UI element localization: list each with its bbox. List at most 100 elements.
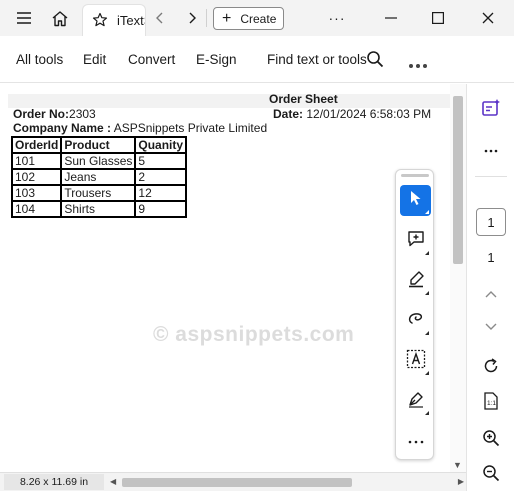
minimize-icon[interactable] <box>377 4 405 32</box>
table-cell: 12 <box>134 184 188 202</box>
scrollbar-thumb[interactable] <box>453 96 463 264</box>
table-row: 102 Jeans 2 <box>10 168 188 186</box>
tool-menu-indicator <box>425 251 429 255</box>
table-cell: 104 <box>10 200 63 218</box>
column-header: OrderId <box>10 136 63 154</box>
create-label: Create <box>240 11 277 26</box>
fit-page-icon[interactable]: 1:1 <box>477 387 505 415</box>
highlighter-icon <box>407 270 425 293</box>
order-date: Date: 12/01/2024 6:58:03 PM <box>273 107 431 121</box>
search-icon[interactable] <box>366 50 384 73</box>
tool-menu-indicator <box>425 371 429 375</box>
more-horizontal-icon[interactable]: ··· <box>323 4 351 32</box>
tab-title: iTextSharp <box>117 13 145 28</box>
zoom-in-icon[interactable] <box>477 424 505 452</box>
header-strip <box>8 94 450 108</box>
page-size-label: 8.26 x 11.69 in <box>4 474 104 490</box>
more-tools-button[interactable] <box>400 424 431 455</box>
more-options-icon[interactable] <box>408 56 428 74</box>
find-text-button[interactable]: Find text or tools <box>267 52 367 67</box>
table-header-row: OrderId Product Quanity <box>10 136 188 154</box>
table-row: 101 Sun Glasses 5 <box>10 152 188 170</box>
chevron-down-icon[interactable] <box>477 313 505 341</box>
close-icon[interactable] <box>474 4 502 32</box>
order-number: Order No:2303 <box>13 107 96 121</box>
vertical-scrollbar[interactable]: ▼ <box>450 84 466 472</box>
tool-menu-indicator <box>425 210 429 214</box>
order-no-label: Order No: <box>13 107 70 121</box>
sign-tool-button[interactable] <box>400 386 431 417</box>
column-header: Quanity <box>134 136 188 154</box>
watermark: © aspsnippets.com <box>153 323 355 346</box>
table-cell: 2 <box>134 168 188 186</box>
plus-icon: + <box>222 9 232 27</box>
all-tools-button[interactable]: All tools <box>16 52 63 67</box>
table-cell: Trousers <box>60 184 137 202</box>
company-value: ASPSnippets Private Limited <box>113 121 268 135</box>
maximize-icon[interactable] <box>424 4 452 32</box>
zoom-out-icon[interactable] <box>477 459 505 487</box>
table-cell: Shirts <box>60 200 137 218</box>
order-no-value: 2303 <box>69 107 96 121</box>
company-label: Company Name : <box>13 121 112 135</box>
table-cell: 5 <box>134 152 188 170</box>
select-tool-button[interactable] <box>400 185 431 216</box>
orders-table: OrderId Product Quanity 101 Sun Glasses … <box>10 136 188 218</box>
tool-menu-indicator <box>425 331 429 335</box>
chevron-up-icon[interactable] <box>477 280 505 308</box>
rotate-icon[interactable] <box>477 352 505 380</box>
star-icon[interactable] <box>92 12 108 33</box>
text-tool-button[interactable] <box>400 346 431 377</box>
toolbar: All tools Edit Convert E-Sign Find text … <box>0 36 514 83</box>
table-row: 104 Shirts 9 <box>10 200 188 218</box>
pen-nib-icon <box>407 390 425 413</box>
freehand-draw-icon <box>407 310 425 333</box>
column-header: Product <box>60 136 137 154</box>
divider <box>206 9 207 27</box>
table-cell: Sun Glasses <box>60 152 137 170</box>
tool-menu-indicator <box>425 291 429 295</box>
company-name: Company Name : ASPSnippets Private Limit… <box>13 121 267 135</box>
date-value: 12/01/2024 6:58:03 PM <box>306 107 432 121</box>
scroll-left-icon[interactable]: ◀ <box>110 477 116 486</box>
scrollbar-thumb[interactable] <box>122 478 352 487</box>
table-cell: 102 <box>10 168 63 186</box>
add-comment-icon <box>407 230 425 253</box>
more-label: ··· <box>328 10 346 26</box>
status-bar: 8.26 x 11.69 in ◀ ▶ <box>0 472 466 491</box>
table-cell: 101 <box>10 152 63 170</box>
scroll-down-icon[interactable]: ▼ <box>453 460 462 470</box>
cursor-icon <box>409 190 423 211</box>
chevron-right-icon[interactable] <box>178 4 206 32</box>
date-label: Date: <box>273 107 304 121</box>
draw-tool-button[interactable] <box>400 306 431 337</box>
chevron-left-icon[interactable] <box>146 4 174 32</box>
document-title: Order Sheet <box>269 92 338 106</box>
home-icon[interactable] <box>46 4 74 32</box>
highlight-tool-button[interactable] <box>400 266 431 297</box>
convert-button[interactable]: Convert <box>128 52 175 67</box>
table-cell: 9 <box>134 200 188 218</box>
drag-handle[interactable] <box>401 174 429 177</box>
edit-button[interactable]: Edit <box>83 52 106 67</box>
text-box-icon <box>406 349 426 374</box>
more-vertical-icon[interactable] <box>477 137 505 165</box>
page-number-input[interactable]: 1 <box>476 208 506 236</box>
divider <box>475 176 507 177</box>
svg-text:1:1: 1:1 <box>487 400 496 407</box>
table-row: 103 Trousers 12 <box>10 184 188 202</box>
more-horizontal-icon <box>408 431 424 449</box>
create-button[interactable]: + Create <box>213 7 284 30</box>
pdf-page: Order Sheet Order No:2303 Date: 12/01/20… <box>8 90 450 472</box>
menu-icon[interactable] <box>10 4 38 32</box>
comment-tool-button[interactable] <box>400 226 431 257</box>
table-cell: 103 <box>10 184 63 202</box>
document-tab[interactable]: iTextSharp <box>82 4 146 36</box>
ai-assistant-icon[interactable] <box>477 94 505 122</box>
esign-button[interactable]: E-Sign <box>196 52 237 67</box>
tool-menu-indicator <box>425 411 429 415</box>
scroll-right-icon[interactable]: ▶ <box>458 477 464 486</box>
right-sidebar: 1 1 1:1 <box>466 84 514 491</box>
table-cell: Jeans <box>60 168 137 186</box>
horizontal-scrollbar[interactable]: ◀ ▶ <box>108 474 466 490</box>
